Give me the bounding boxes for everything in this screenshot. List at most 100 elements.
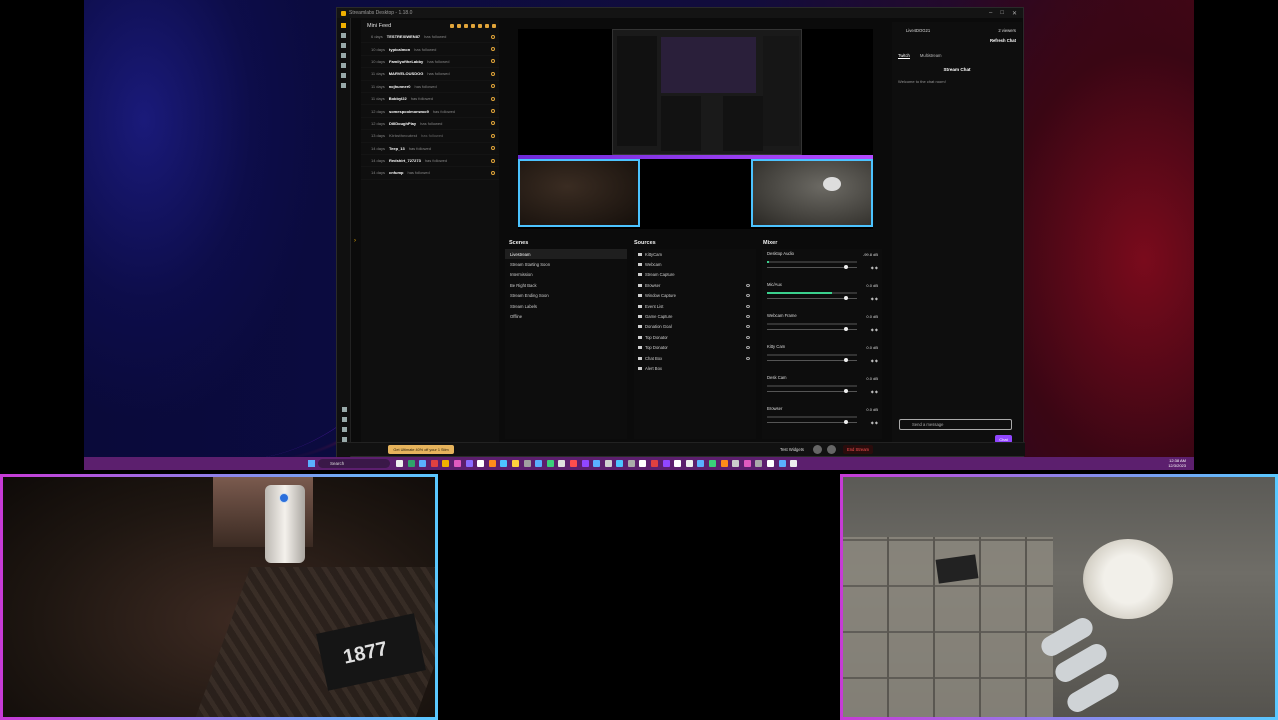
scene-item[interactable]: Stream Ending Soon bbox=[505, 291, 627, 301]
test-widgets-label[interactable]: Test Widgets bbox=[780, 447, 804, 452]
taskbar-app-icon[interactable] bbox=[662, 460, 670, 467]
taskbar-app-icon[interactable] bbox=[523, 460, 531, 467]
taskbar-app-icon[interactable] bbox=[674, 460, 682, 467]
feed-row[interactable]: 6 days TESTREXIWEN87 has followed bbox=[361, 31, 499, 44]
visibility-icon[interactable] bbox=[746, 315, 750, 319]
repeat-alert-icon[interactable] bbox=[491, 133, 495, 138]
source-item[interactable]: Game Capture bbox=[634, 311, 756, 321]
chat-message-input[interactable]: Send a message bbox=[899, 419, 1012, 430]
taskbar-app-icon[interactable] bbox=[743, 460, 751, 467]
taskbar-app-icon[interactable] bbox=[697, 460, 705, 467]
arrow-left-icon[interactable] bbox=[341, 427, 347, 432]
pin-icon[interactable] bbox=[464, 23, 468, 28]
chevron-right-icon[interactable]: › bbox=[354, 238, 356, 244]
mute-icon[interactable] bbox=[485, 23, 489, 28]
maximize-icon[interactable]: □ bbox=[1000, 10, 1004, 17]
taskbar-app-icon[interactable] bbox=[442, 460, 450, 467]
nav-layout-icon[interactable] bbox=[341, 33, 346, 38]
taskbar-app-icon[interactable] bbox=[488, 460, 496, 467]
link-icon[interactable] bbox=[341, 407, 347, 412]
taskbar-app-icon[interactable] bbox=[767, 460, 774, 467]
mute-icon[interactable]: ◆ ◆ bbox=[871, 420, 878, 425]
record-icon[interactable] bbox=[341, 417, 347, 422]
mute-icon[interactable]: ◆ ◆ bbox=[871, 389, 878, 394]
feed-row[interactable]: 13 days Kirbsthecutest has followed bbox=[361, 130, 499, 143]
taskbar-app-icon[interactable] bbox=[453, 460, 461, 467]
repeat-alert-icon[interactable] bbox=[491, 47, 495, 52]
nav-settings-icon[interactable] bbox=[341, 83, 346, 88]
taskbar-app-icon[interactable] bbox=[569, 460, 577, 467]
scene-item[interactable]: Stream Labels bbox=[505, 301, 627, 311]
taskbar-app-icon[interactable] bbox=[616, 460, 624, 467]
taskbar-app-icon[interactable] bbox=[419, 460, 427, 467]
source-item[interactable]: Browser bbox=[634, 280, 756, 290]
taskbar-app-icon[interactable] bbox=[500, 460, 508, 467]
mute-icon[interactable]: ◆ ◆ bbox=[871, 327, 878, 332]
source-item[interactable]: Top Donator bbox=[634, 343, 756, 353]
feed-row[interactable]: 10 days typicalmon has followed bbox=[361, 43, 499, 56]
taskbar-app-icon[interactable] bbox=[465, 460, 473, 467]
repeat-alert-icon[interactable] bbox=[491, 121, 495, 126]
fader-knob[interactable] bbox=[844, 420, 849, 424]
fader-knob[interactable] bbox=[844, 327, 849, 331]
repeat-alert-icon[interactable] bbox=[491, 158, 495, 163]
taskbar-app-icon[interactable] bbox=[604, 460, 612, 467]
filter-icon[interactable] bbox=[450, 23, 454, 28]
visibility-icon[interactable] bbox=[746, 283, 750, 287]
nav-apps-icon[interactable] bbox=[341, 63, 346, 68]
scene-item[interactable]: Intermission bbox=[505, 270, 627, 280]
visibility-icon[interactable] bbox=[746, 304, 750, 308]
taskbar-app-icon[interactable] bbox=[685, 460, 693, 467]
visibility-icon[interactable] bbox=[746, 346, 750, 350]
visibility-icon[interactable] bbox=[746, 356, 750, 360]
taskbar-app-icon[interactable] bbox=[511, 460, 519, 467]
popout-icon[interactable] bbox=[492, 23, 496, 28]
taskbar-app-icon[interactable] bbox=[430, 460, 438, 467]
source-item[interactable]: Donation Goal bbox=[634, 322, 756, 332]
fader-knob[interactable] bbox=[844, 358, 849, 362]
visibility-icon[interactable] bbox=[746, 294, 750, 298]
taskbar-app-icon[interactable] bbox=[581, 460, 589, 467]
taskbar-app-icon[interactable] bbox=[651, 460, 659, 467]
repeat-alert-icon[interactable] bbox=[491, 146, 495, 151]
close-icon[interactable]: ✕ bbox=[1012, 10, 1017, 17]
taskbar-app-icon[interactable] bbox=[558, 460, 566, 467]
feed-row[interactable]: 10 days FamilyoftheLabby has followed bbox=[361, 56, 499, 69]
repeat-alert-icon[interactable] bbox=[491, 59, 495, 64]
mute-icon[interactable]: ◆ ◆ bbox=[871, 296, 878, 301]
fader-knob[interactable] bbox=[844, 265, 849, 269]
repeat-alert-icon[interactable] bbox=[491, 84, 495, 89]
source-item[interactable]: Event List bbox=[634, 301, 756, 311]
scene-item[interactable]: Stream Starting Soon bbox=[505, 259, 627, 269]
taskbar-app-icon[interactable] bbox=[639, 460, 647, 467]
stream-preview[interactable] bbox=[518, 29, 873, 229]
refresh-chat-button[interactable]: Refresh Chat bbox=[990, 38, 1016, 43]
taskbar-app-icon[interactable] bbox=[709, 460, 717, 467]
minimize-icon[interactable]: – bbox=[989, 10, 992, 17]
taskbar-app-icon[interactable] bbox=[593, 460, 601, 467]
tab-twitch[interactable]: Twitch bbox=[898, 53, 910, 59]
taskbar-app-icon[interactable] bbox=[755, 460, 763, 467]
skip-icon[interactable] bbox=[478, 23, 482, 28]
taskbar-app-icon[interactable] bbox=[720, 460, 728, 467]
mute-icon[interactable]: ◆ ◆ bbox=[871, 265, 878, 270]
feed-row[interactable]: 12 days DillDoughPlay has followed bbox=[361, 118, 499, 131]
taskbar-app-icon[interactable] bbox=[778, 460, 786, 467]
repeat-alert-icon[interactable] bbox=[491, 71, 495, 76]
ultimate-promo-button[interactable]: Get Ultimate 40% off your 1 Stim bbox=[388, 445, 454, 454]
taskbar-app-icon[interactable] bbox=[396, 460, 403, 467]
feed-row[interactable]: 11 days MARVELOUSDOG has followed bbox=[361, 68, 499, 81]
replay-button[interactable] bbox=[827, 445, 836, 454]
funnel-icon[interactable] bbox=[457, 23, 461, 28]
pause-icon[interactable] bbox=[471, 23, 475, 28]
fader-knob[interactable] bbox=[844, 296, 849, 300]
source-item[interactable]: Stream Capture bbox=[634, 270, 756, 280]
taskbar-app-icon[interactable] bbox=[627, 460, 635, 467]
taskbar-search[interactable]: Search bbox=[318, 459, 390, 468]
source-item[interactable]: Window Capture bbox=[634, 291, 756, 301]
feed-row[interactable]: 14 days cnfump has followed bbox=[361, 167, 499, 180]
windows-start-icon[interactable] bbox=[308, 460, 315, 467]
nav-store-icon[interactable] bbox=[341, 43, 346, 48]
feed-row[interactable]: 14 days Teep_13 has followed bbox=[361, 143, 499, 155]
visibility-icon[interactable] bbox=[746, 325, 750, 329]
